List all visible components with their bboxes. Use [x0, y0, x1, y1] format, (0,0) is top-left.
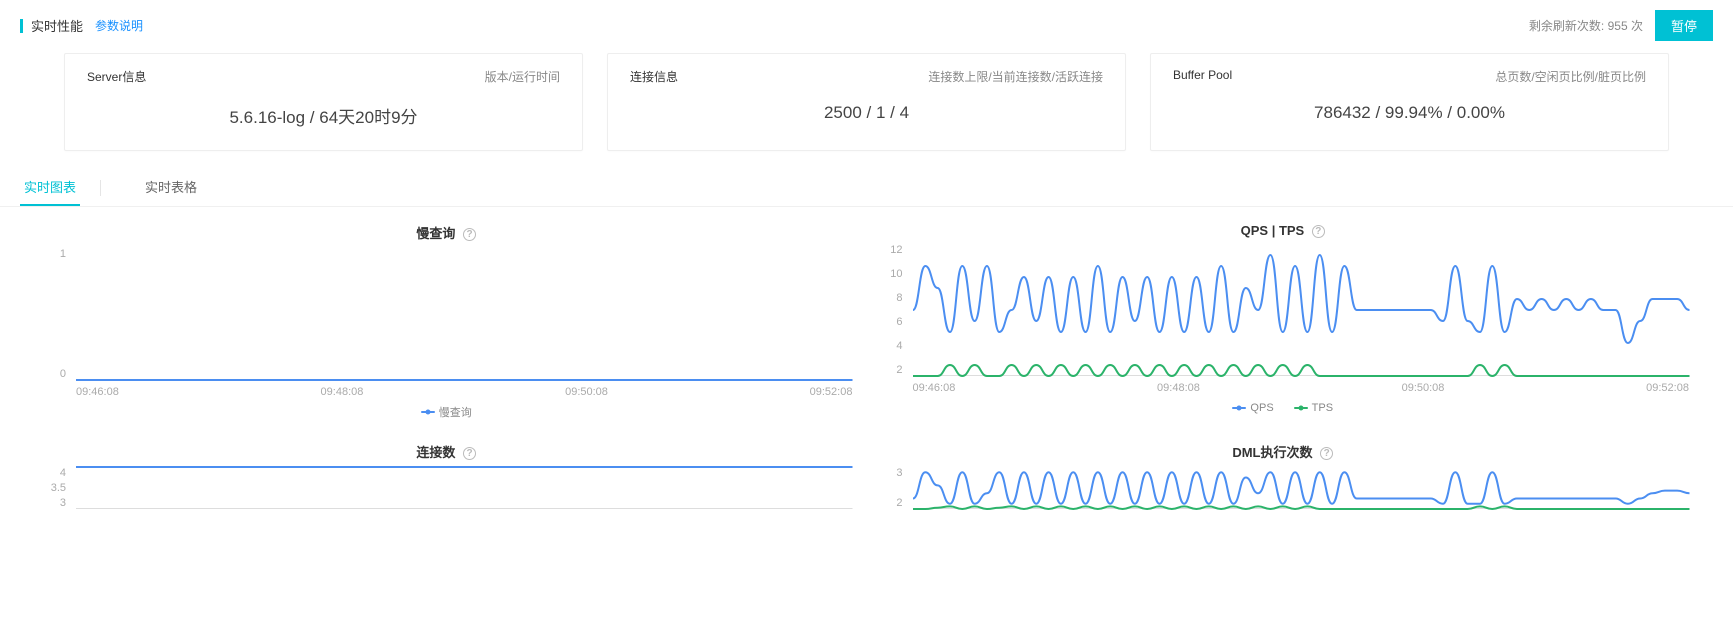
- legend-label: QPS: [1250, 402, 1273, 414]
- refresh-suffix: 次: [1631, 19, 1643, 33]
- tab-chart[interactable]: 实时图表: [20, 169, 80, 206]
- y-tick: 2: [877, 364, 903, 376]
- refresh-remaining: 剩余刷新次数: 955 次: [1529, 17, 1643, 34]
- x-tick: 09:52:08: [1646, 382, 1689, 394]
- title-accent-bar: [20, 19, 23, 33]
- card-buffer-head: Buffer Pool 总页数/空闲页比例/脏页比例: [1173, 68, 1646, 85]
- x-tick: 09:48:08: [321, 386, 364, 398]
- card-server: Server信息 版本/运行时间 5.6.16-log / 64天20时9分: [64, 53, 583, 151]
- chart-qps-title-row: QPS | TPS ?: [877, 217, 1690, 244]
- y-tick: 8: [877, 292, 903, 304]
- legend-item[interactable]: QPS: [1232, 402, 1273, 414]
- card-server-title: Server信息: [87, 68, 146, 85]
- tabs: 实时图表 实时表格: [0, 163, 1733, 207]
- chart-qps-plot: 12 10 8 6 4 2 09:46:08 09:48:08 09:50:08 09:52:08: [877, 244, 1690, 394]
- chart-conn-plot: 43.53: [40, 467, 853, 527]
- chart-dml-title-row: DML执行次数 ?: [877, 436, 1690, 467]
- chart-qps-legend: QPS TPS: [877, 394, 1690, 420]
- card-buffer-value: 786432 / 99.94% / 0.00%: [1173, 103, 1646, 123]
- y-tick: 12: [877, 244, 903, 256]
- y-tick: 3: [877, 467, 903, 479]
- refresh-prefix: 剩余刷新次数:: [1529, 19, 1604, 33]
- chart-slow-legend: 慢查询: [40, 398, 853, 426]
- y-tick: 2: [877, 497, 903, 509]
- chart-conn-title: 连接数: [416, 445, 455, 460]
- y-tick: 0: [40, 368, 66, 380]
- chart-qps-title: QPS | TPS: [1241, 223, 1305, 238]
- chart-slow-title-row: 慢查询 ?: [40, 217, 853, 248]
- legend-item[interactable]: TPS: [1294, 402, 1333, 414]
- chart-slow-title: 慢查询: [416, 226, 455, 241]
- legend-item[interactable]: 慢查询: [421, 404, 472, 420]
- y-tick: 6: [877, 316, 903, 328]
- card-conn-head: 连接信息 连接数上限/当前连接数/活跃连接: [630, 68, 1103, 85]
- y-tick: 3: [40, 497, 66, 509]
- card-conn-title: 连接信息: [630, 68, 678, 85]
- help-icon[interactable]: ?: [1312, 225, 1325, 238]
- chart-slow-plot: 1 0 09:46:08 09:48:08 09:50:08 09:52:08: [40, 248, 853, 398]
- refresh-count: 955: [1608, 19, 1628, 33]
- card-buffer-sub: 总页数/空闲页比例/脏页比例: [1495, 68, 1646, 85]
- card-conn: 连接信息 连接数上限/当前连接数/活跃连接 2500 / 1 / 4: [607, 53, 1126, 151]
- x-tick: 09:46:08: [76, 386, 119, 398]
- tab-separator: [100, 180, 101, 196]
- chart-dml-title: DML执行次数: [1232, 445, 1312, 460]
- y-tick: 3.5: [40, 482, 66, 494]
- chart-slow-query: 慢查询 ? 1 0 09:46:08 09:48:08 09:50:08 09:52:08…: [40, 217, 877, 426]
- charts-grid: 慢查询 ? 1009:46:0809:48:0809:50:0809:52:08…: [0, 207, 1733, 537]
- card-conn-value: 2500 / 1 / 4: [630, 103, 1103, 123]
- chart-dml: DML执行次数 ? 32: [877, 436, 1714, 527]
- x-tick: 09:46:08: [913, 382, 956, 394]
- x-tick: 09:48:08: [1157, 382, 1200, 394]
- x-tick: 09:50:08: [565, 386, 608, 398]
- pause-button[interactable]: 暂停: [1655, 10, 1713, 41]
- header-right: 剩余刷新次数: 955 次 暂停: [1529, 10, 1713, 41]
- x-tick: 09:50:08: [1402, 382, 1445, 394]
- tab-table[interactable]: 实时表格: [141, 169, 201, 206]
- params-link[interactable]: 参数说明: [95, 17, 143, 34]
- chart-connections: 连接数 ? 43.53: [40, 436, 877, 527]
- help-icon[interactable]: ?: [1320, 447, 1333, 460]
- legend-label: TPS: [1312, 402, 1333, 414]
- chart-qps-tps: QPS | TPS ? 12 10 8 6 4 2 09:46:08 09:48:08 09:5…: [877, 217, 1714, 426]
- page-header: 实时性能 参数说明 剩余刷新次数: 955 次 暂停: [0, 0, 1733, 47]
- header-left: 实时性能 参数说明: [20, 16, 143, 35]
- x-tick: 09:52:08: [810, 386, 853, 398]
- help-icon[interactable]: ?: [463, 228, 476, 241]
- card-server-value: 5.6.16-log / 64天20时9分: [87, 103, 560, 128]
- y-tick: 4: [877, 340, 903, 352]
- legend-label: 慢查询: [439, 404, 472, 420]
- card-buffer: Buffer Pool 总页数/空闲页比例/脏页比例 786432 / 99.9…: [1150, 53, 1669, 151]
- help-icon[interactable]: ?: [463, 447, 476, 460]
- chart-conn-title-row: 连接数 ?: [40, 436, 853, 467]
- y-tick: 4: [40, 467, 66, 479]
- card-server-head: Server信息 版本/运行时间: [87, 68, 560, 85]
- y-tick: 1: [40, 248, 66, 260]
- card-buffer-title: Buffer Pool: [1173, 68, 1232, 85]
- info-cards: Server信息 版本/运行时间 5.6.16-log / 64天20时9分 连…: [0, 47, 1733, 163]
- y-tick: 10: [877, 268, 903, 280]
- card-server-sub: 版本/运行时间: [485, 68, 560, 85]
- card-conn-sub: 连接数上限/当前连接数/活跃连接: [928, 68, 1103, 85]
- chart-dml-plot: 32: [877, 467, 1690, 527]
- page-title: 实时性能: [31, 16, 83, 35]
